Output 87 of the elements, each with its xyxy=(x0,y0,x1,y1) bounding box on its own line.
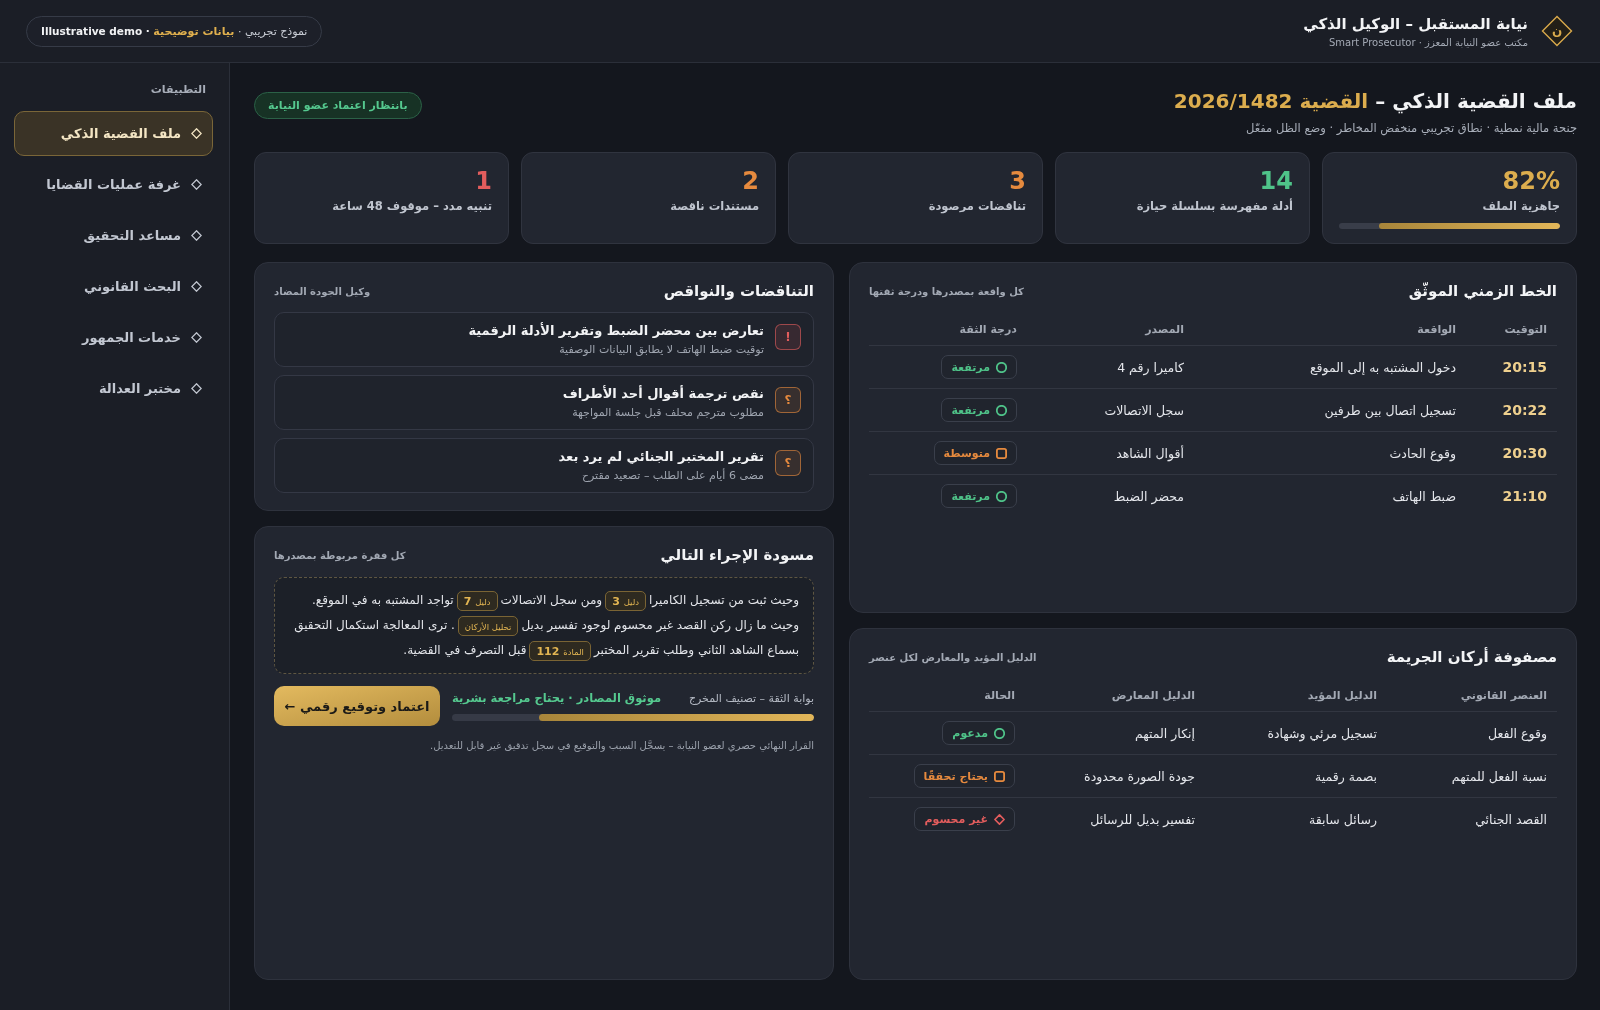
table-cell: وقوع الحادث xyxy=(1389,445,1456,461)
column-header: الدليل المؤيد xyxy=(1307,688,1377,702)
alert-icon: ؟ xyxy=(775,387,801,413)
issue-title: تقرير المختبر الجنائي لم يرد بعد xyxy=(558,448,764,466)
app-subtitle: مكتب عضو النيابة المعزز · Smart Prosecutor xyxy=(1327,36,1528,48)
app-title: نيابة المستقبل – الوكيل الذكي xyxy=(1303,14,1528,33)
table-cell: وقوع الفعل xyxy=(1488,725,1547,741)
gate-verdict: موثوق المصادر · يحتاج مراجعة بشرية xyxy=(452,691,661,705)
panel-subtitle: كل واقعة بمصدرها ودرجة ثقتها xyxy=(869,285,1024,297)
panel-title: الخط الزمني الموثّق xyxy=(1408,282,1557,300)
badge-label: متوسطة xyxy=(943,446,990,460)
table-cell: أقوال الشاهد xyxy=(1116,445,1184,461)
logo: ن xyxy=(1541,15,1573,47)
column-header: التوقيت xyxy=(1504,322,1547,336)
badge-label: مرتفعة xyxy=(951,489,990,503)
badge-label: مدعوم xyxy=(952,726,988,740)
table-cell: القصد الجنائي xyxy=(1475,811,1547,827)
nav-item[interactable]: مساعد التحقيق xyxy=(14,213,213,258)
diamond-icon xyxy=(191,281,202,292)
kpi-value: 1 xyxy=(474,166,492,197)
column-header: المصدر xyxy=(1145,322,1184,336)
diamond-icon xyxy=(191,179,202,190)
alert-icon: ؟ xyxy=(775,450,801,476)
alert-icon: ! xyxy=(775,324,801,350)
table-cell: بصمة رقمية xyxy=(1315,768,1377,784)
kpi-label: تنبيه مدد – موقوف 48 ساعة xyxy=(331,199,492,213)
column-header: الواقعة xyxy=(1417,322,1456,336)
diamond-icon xyxy=(191,230,202,241)
table-cell: دخول المشتبه به إلى الموقع xyxy=(1309,359,1456,375)
column-header: العنصر القانوني xyxy=(1460,688,1547,702)
table-cell: تسجيل مرئي وشهادة xyxy=(1267,725,1377,741)
kpi-value: 2 xyxy=(741,166,759,197)
nav-item[interactable]: البحث القانوني xyxy=(14,264,213,309)
panel-subtitle: كل فقرة مربوطة بمصدرها xyxy=(274,549,406,561)
table-cell: تسجيل اتصال بين طرفين xyxy=(1324,402,1456,418)
table-cell: تفسير بديل للرسائل xyxy=(1090,811,1195,827)
time-cell: 20:22 xyxy=(1502,402,1547,418)
table-cell: كاميرا رقم 4 xyxy=(1117,359,1184,375)
issue-title: نقص ترجمة أقوال أحد الأطراف xyxy=(562,385,764,403)
table-cell: إنكار المتهم xyxy=(1134,725,1195,741)
nav-item[interactable]: غرفة عمليات القضايا xyxy=(14,162,213,207)
time-cell: 20:15 xyxy=(1502,359,1547,375)
kpi-label: تناقضات مرصودة xyxy=(927,199,1026,213)
panel-title: مسودة الإجراء التالي xyxy=(660,546,814,564)
badge-label: غير محسوم xyxy=(924,812,988,826)
sidebar-heading: التطبيقات xyxy=(149,83,207,96)
nav-item[interactable]: ملف القضية الذكي xyxy=(14,111,213,156)
panel-subtitle: الدليل المؤيد والمعارض لكل عنصر xyxy=(869,651,1037,663)
badge-label: مرتفعة xyxy=(951,403,990,417)
footnote: القرار النهائي حصري لعضو النيابة – يسجَّل السبب والتوقيع في سجل تدقيق غير قابل للتعديل. xyxy=(429,740,814,751)
table-cell: محضر الضبط xyxy=(1113,488,1184,504)
diamond-icon xyxy=(191,128,202,139)
kpi-label: جاهزية الملف xyxy=(1481,199,1560,213)
nav-item[interactable]: خدمات الجمهور xyxy=(14,315,213,360)
page-title: ملف القضية الذكي – القضية 2026/1482 xyxy=(1173,88,1577,114)
status-badge: بانتظار اعتماد عضو النيابة xyxy=(254,92,422,119)
badge-label: يحتاج تحققًا xyxy=(923,769,988,783)
gate-label: بوابة الثقة – تصنيف المخرج xyxy=(688,691,814,705)
issue-title: تعارض بين محضر الضبط وتقرير الأدلة الرقمية xyxy=(468,322,764,340)
issue-detail: توقيت ضبط الهاتف لا يطابق البيانات الوصفية xyxy=(558,343,764,356)
nav-item[interactable]: مختبر العدالة xyxy=(14,366,213,411)
table-cell: رسائل سابقة xyxy=(1308,811,1377,827)
issue-detail: مضى 6 أيام على الطلب – تصعيد مقترح xyxy=(580,469,764,482)
kpi-value: 82% xyxy=(1501,166,1560,197)
diamond-icon xyxy=(191,383,202,394)
kpi-label: مستندات ناقصة xyxy=(669,199,759,213)
table-cell: نسبة الفعل للمتهم xyxy=(1451,768,1547,784)
badge-label: مرتفعة xyxy=(951,360,990,374)
time-cell: 20:30 xyxy=(1502,445,1547,461)
table-cell: جودة الصورة محدودة xyxy=(1084,768,1195,784)
table-cell: سجل الاتصالات xyxy=(1104,402,1184,418)
panel-title: التناقضات والنواقص xyxy=(663,282,814,300)
citation-chip[interactable]: تحليل الأركان xyxy=(457,615,519,636)
column-header: الدليل المعارض xyxy=(1111,688,1195,702)
table-cell: ضبط الهاتف xyxy=(1392,488,1456,504)
approve-sign-button[interactable]: اعتماد وتوقيع رقمي ← xyxy=(274,686,440,726)
kpi-value: 3 xyxy=(1008,166,1026,197)
panel-subtitle: وكيل الجودة المضاد xyxy=(274,285,371,297)
time-cell: 21:10 xyxy=(1502,488,1547,504)
column-header: الحالة xyxy=(984,688,1015,702)
panel-title: مصفوفة أركان الجريمة xyxy=(1386,648,1557,666)
kpi-label: أدلة مفهرسة بسلسلة حيازة xyxy=(1135,199,1293,213)
issue-detail: مطلوب مترجم محلف قبل جلسة المواجهة xyxy=(571,406,764,419)
kpi-value: 14 xyxy=(1258,166,1293,197)
diamond-icon xyxy=(191,332,202,343)
page-subtitle: جنحة مالية نمطية · نطاق تجريبي منخفض المخاطر · وضع الظل مفعّل xyxy=(1245,121,1577,135)
column-header: درجة الثقة xyxy=(959,322,1017,336)
